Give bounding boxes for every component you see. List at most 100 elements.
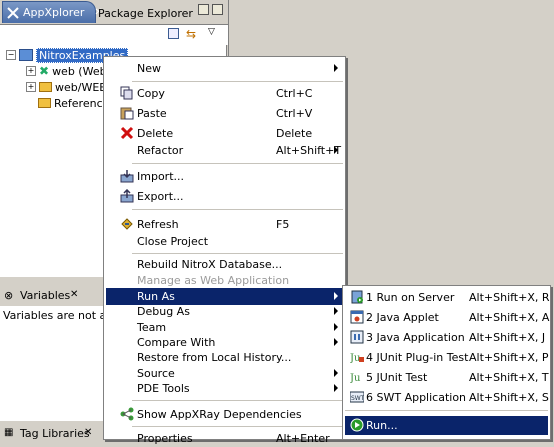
submenu-item-junit-plugin-test[interactable]: Ju 4 JUnit Plug-in Test Alt+Shift+X, P <box>345 348 549 367</box>
expand-expander-icon[interactable]: + <box>26 82 36 92</box>
tab-label: Package Explorer <box>98 6 193 20</box>
menu-item-accelerator: Ctrl+V <box>276 107 313 120</box>
menu-item-label: Refresh <box>137 218 179 231</box>
submenu-arrow-icon <box>334 384 338 392</box>
submenu-item-accelerator: Alt+Shift+X, J <box>469 331 546 344</box>
submenu-item-swt-application[interactable]: SWT 6 SWT Application Alt+Shift+X, S <box>345 388 549 407</box>
submenu-item-label: Run... <box>366 419 398 432</box>
run-as-submenu: 1 Run on Server Alt+Shift+X, R 2 Java Ap… <box>342 285 551 440</box>
menu-item-accelerator: Ctrl+C <box>276 87 313 100</box>
menu-item-label: Export... <box>137 190 184 203</box>
tab-label: AppXplorer <box>23 6 85 19</box>
submenu-arrow-icon <box>334 338 338 346</box>
submenu-arrow-icon <box>334 307 338 315</box>
menu-item-show-appxray[interactable]: Show AppXRay Dependencies <box>106 406 343 423</box>
menu-separator <box>132 163 343 164</box>
run-icon <box>350 418 364 432</box>
appxplorer-icon <box>7 6 19 19</box>
tab-package-explorer[interactable]: Package Explorer <box>98 3 193 23</box>
submenu-arrow-icon <box>334 292 338 300</box>
menu-item-properties[interactable]: Properties Alt+Enter <box>106 430 343 447</box>
view-menu-icon[interactable]: ▽ <box>208 27 215 37</box>
close-icon[interactable]: ✕ <box>70 289 78 300</box>
tree-item-label: web (Web <box>52 64 107 78</box>
expand-expander-icon[interactable]: + <box>26 66 36 76</box>
menu-separator <box>345 410 548 411</box>
menu-item-label: New <box>137 62 161 75</box>
menu-item-new[interactable]: New <box>106 60 343 77</box>
menu-item-label: Paste <box>137 107 167 120</box>
menu-item-delete[interactable]: Delete Delete <box>106 125 343 142</box>
tab-variables[interactable]: Variables <box>20 289 70 302</box>
collapse-expander-icon[interactable]: − <box>6 50 16 60</box>
menu-item-manage-web-app: Manage as Web Application <box>106 272 343 289</box>
submenu-item-label: 6 SWT Application <box>366 391 467 404</box>
tree-item[interactable]: + ✖ web (Web <box>26 63 107 79</box>
tree-item[interactable]: Reference <box>38 95 109 111</box>
submenu-item-label: 5 JUnit Test <box>366 371 428 384</box>
tree-item[interactable]: + web/WEB- <box>26 79 111 95</box>
maximize-button[interactable] <box>212 4 223 15</box>
submenu-arrow-icon <box>334 369 338 377</box>
menu-separator <box>132 209 343 210</box>
menu-item-accelerator: Delete <box>276 127 313 140</box>
menu-separator <box>132 400 343 401</box>
submenu-item-java-application[interactable]: 3 Java Application Alt+Shift+X, J <box>345 328 548 347</box>
minimize-button[interactable] <box>198 4 209 15</box>
java-app-icon <box>350 330 364 344</box>
menu-item-label: Refactor <box>137 144 184 157</box>
tab-tag-libraries[interactable]: Tag Libraries <box>20 427 90 440</box>
submenu-item-accelerator: Alt+Shift+X, T <box>469 371 549 384</box>
menu-item-copy[interactable]: Copy Ctrl+C <box>106 85 343 102</box>
folder-icon <box>39 82 52 92</box>
menu-item-rebuild-nitrox[interactable]: Rebuild NitroX Database... <box>106 256 343 273</box>
menu-item-export[interactable]: Export... <box>106 188 343 205</box>
submenu-item-label: 2 Java Applet <box>366 311 439 324</box>
submenu-item-accelerator: Alt+Shift+X, S <box>469 391 549 404</box>
submenu-item-run[interactable]: Run... <box>345 416 548 435</box>
project-icon <box>19 49 33 61</box>
menu-item-accelerator: Alt+Shift+T <box>276 144 342 157</box>
view-toolbar: ⇆ ▽ <box>0 25 228 45</box>
web-folder-icon: ✖ <box>39 64 50 78</box>
menu-item-close-project[interactable]: Close Project <box>106 233 343 250</box>
menu-item-label: Compare With <box>137 336 216 349</box>
menu-item-label: Debug As <box>137 305 190 318</box>
menu-separator <box>132 81 343 82</box>
menu-item-paste[interactable]: Paste Ctrl+V <box>106 105 343 122</box>
swt-icon: SWT <box>349 390 365 404</box>
submenu-item-junit-test[interactable]: Ju 5 JUnit Test Alt+Shift+X, T <box>345 368 549 387</box>
link-editor-icon[interactable]: ⇆ <box>186 27 196 41</box>
menu-item-label: Import... <box>137 170 184 183</box>
export-icon <box>120 188 134 203</box>
import-icon <box>120 169 134 183</box>
menu-item-pde-tools[interactable]: PDE Tools <box>106 380 343 397</box>
submenu-arrow-icon <box>334 64 338 72</box>
dependencies-icon <box>120 407 134 421</box>
menu-item-import[interactable]: Import... <box>106 168 343 185</box>
submenu-item-java-applet[interactable]: 2 Java Applet Alt+Shift+X, A <box>345 308 550 327</box>
menu-item-refactor[interactable]: Refactor Alt+Shift+T <box>106 142 343 159</box>
menu-item-label: Close Project <box>137 235 209 248</box>
menu-item-label: Properties <box>137 432 193 445</box>
menu-item-label: Show AppXRay Dependencies <box>137 408 302 421</box>
menu-item-label: Restore from Local History... <box>137 351 292 364</box>
submenu-item-accelerator: Alt+Shift+X, P <box>469 351 549 364</box>
submenu-item-run-on-server[interactable]: 1 Run on Server Alt+Shift+X, R <box>345 288 550 307</box>
tab-appxplorer[interactable]: AppXplorer ✕ <box>2 1 103 23</box>
menu-item-debug-as[interactable]: Debug As <box>106 303 343 320</box>
menu-item-label: Manage as Web Application <box>137 274 290 287</box>
collapse-all-icon[interactable] <box>168 28 179 39</box>
menu-item-label: Run As <box>137 290 175 303</box>
paste-icon <box>120 106 134 120</box>
menu-item-label: Copy <box>137 87 165 100</box>
close-icon[interactable]: ✕ <box>84 427 92 438</box>
menu-item-label: Rebuild NitroX Database... <box>137 258 283 271</box>
menu-item-refresh[interactable]: Refresh F5 <box>106 216 343 233</box>
svg-text:Ju: Ju <box>350 373 361 384</box>
menu-item-restore-history[interactable]: Restore from Local History... <box>106 349 343 366</box>
submenu-item-label: 3 Java Application <box>366 331 465 344</box>
svg-text:SWT: SWT <box>351 395 364 402</box>
menu-item-accelerator: Alt+Enter <box>276 432 330 445</box>
submenu-item-accelerator: Alt+Shift+X, A <box>469 311 550 324</box>
